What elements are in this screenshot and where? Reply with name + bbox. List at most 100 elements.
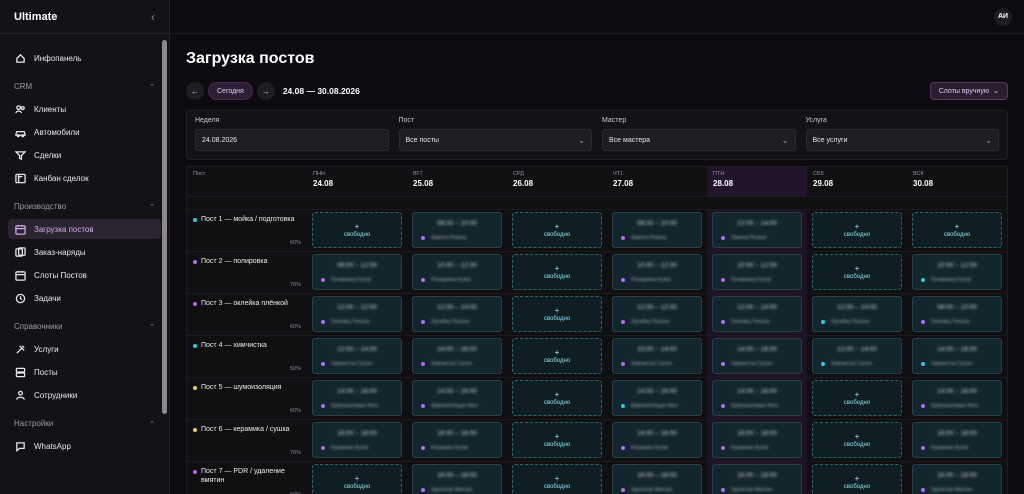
schedule-cell: 16:00 – 18:00 Удаление Вмятин (407, 461, 507, 494)
booked-slot[interactable]: 16:00 – 18:00 Керамика Кузов (712, 422, 802, 458)
free-slot[interactable]: + свободно (512, 464, 602, 494)
booked-slot[interactable]: 14:00 – 18:00 Керамика Кузов (612, 422, 702, 458)
sidebar-item[interactable]: Слоты Постов (8, 265, 161, 285)
booked-slot[interactable]: 08:00 – 10:00 Замена Резина (612, 212, 702, 248)
sidebar-item[interactable]: Задачи (8, 288, 161, 308)
booked-slot[interactable]: 16:00 – 18:00 Удаление Вмятин (712, 464, 802, 494)
slot-time: 14:00 – 16:00 (437, 346, 477, 353)
sidebar-item[interactable]: Заказ-наряды (8, 242, 161, 262)
post-color-dot (193, 301, 197, 306)
slot-time: 12:00 – 14:00 (737, 304, 777, 311)
sidebar-section-header[interactable]: Настройки ⌃ (8, 419, 161, 428)
sidebar-item[interactable]: Сделки (8, 145, 161, 165)
booked-slot[interactable]: 14:00 – 16:00 Шумоизоляция Авто (612, 380, 702, 416)
layers-icon (14, 366, 26, 378)
sidebar-section-header[interactable]: Справочники ⌃ (8, 322, 161, 331)
free-slot[interactable]: + свободно (812, 212, 902, 248)
sidebar-section-title: CRM (14, 82, 33, 91)
sidebar-item[interactable]: Канбан сделок (8, 168, 161, 188)
booked-slot[interactable]: 10:00 – 12:00 Полировка Кузов (612, 254, 702, 290)
booked-slot[interactable]: 08:00 – 10:00 Замена Резина (412, 212, 502, 248)
sidebar-item[interactable]: Услуги (8, 339, 161, 359)
master-dot (421, 320, 425, 324)
booked-slot[interactable]: 12:00 – 12:00 Оклейка Пленка (312, 296, 402, 332)
schedule-cell: 10:00 – 12:00 Полировка Кузов (407, 251, 507, 293)
booked-slot[interactable]: 12:00 – 14:00 Оклейка Пленка (412, 296, 502, 332)
plus-icon: + (854, 221, 860, 231)
booked-slot[interactable]: 16:00 – 18:00 Керамика Кузов (912, 422, 1002, 458)
free-slot[interactable]: + свободно (512, 254, 602, 290)
slot-master: Керамика Кузов (621, 445, 668, 451)
booked-slot[interactable]: 14:00 – 16:00 Химчистка Салон (912, 338, 1002, 374)
booked-slot[interactable]: 10:00 – 14:00 Химчистка Салон (612, 338, 702, 374)
manual-slots-button[interactable]: Слоты вручную ⌄ (929, 82, 1008, 100)
booked-slot[interactable]: 12:00 – 14:00 Замена Резина (712, 212, 802, 248)
booked-slot[interactable]: 08:00 – 12:00 Полировка Кузов (312, 254, 402, 290)
slot-master-label: Полировка Кузов (431, 277, 471, 283)
kanban-icon (14, 172, 26, 184)
post-name: Пост 3 — оклейка плёнкой (193, 299, 301, 308)
sidebar-item[interactable]: Сотрудники (8, 385, 161, 405)
free-slot[interactable]: + свободно (812, 380, 902, 416)
booked-slot[interactable]: 14:00 – 16:00 Шумоизоляция Авто (412, 380, 502, 416)
sidebar-item[interactable]: Клиенты (8, 99, 161, 119)
booked-slot[interactable]: 16:00 – 18:00 Удаление Вмятин (612, 464, 702, 494)
booked-slot[interactable]: 14:00 – 16:00 Шумоизоляция Авто (712, 380, 802, 416)
free-slot[interactable]: + свободно (512, 296, 602, 332)
sidebar-item[interactable]: Загрузка постов (8, 219, 161, 239)
filter-select[interactable]: Все посты ⌄ (398, 129, 592, 151)
today-button[interactable]: Сегодня (208, 82, 253, 100)
booked-slot[interactable]: 16:00 – 18:00 Керамика Кузов (312, 422, 402, 458)
sidebar-section-header[interactable]: Производство ⌃ (8, 202, 161, 211)
sidebar-scrollbar[interactable] (162, 40, 167, 414)
slot-master: Химчистка Салон (921, 361, 972, 367)
free-slot[interactable]: + свободно (312, 212, 402, 248)
booked-slot[interactable]: 10:00 – 12:00 Полировка Кузов (712, 254, 802, 290)
slot-time: 16:00 – 18:00 (937, 472, 977, 479)
sidebar-item[interactable]: Автомобили (8, 122, 161, 142)
chat-icon (14, 440, 26, 452)
booked-slot[interactable]: 12:00 – 14:00 Химчистка Салон (312, 338, 402, 374)
booked-slot[interactable]: 12:00 – 12:00 Оклейка Пленка (612, 296, 702, 332)
booked-slot[interactable]: 12:00 – 14:00 Химчистка Салон (812, 338, 902, 374)
schedule-cell: 14:00 – 16:00 Шумоизоляция Авто (707, 377, 807, 419)
booked-slot[interactable]: 16:00 – 18:00 Удаление Вмятин (412, 464, 502, 494)
next-week-button[interactable]: → (256, 82, 275, 100)
booked-slot[interactable]: 16:00 – 18:00 Керамика Кузов (412, 422, 502, 458)
booked-slot[interactable]: 14:00 – 16:00 Шумоизоляция Авто (912, 380, 1002, 416)
free-slot[interactable]: + свободно (512, 422, 602, 458)
week-input[interactable]: 24.08.2026 (195, 129, 389, 151)
free-slot[interactable]: + свободно (812, 254, 902, 290)
booked-slot[interactable]: 14:00 – 16:00 Химчистка Салон (412, 338, 502, 374)
chevron-left-icon[interactable]: ‹ (151, 10, 155, 24)
free-slot[interactable]: + свободно (812, 464, 902, 494)
free-slot[interactable]: + свободно (512, 380, 602, 416)
booked-slot[interactable]: 08:00 – 10:00 Оклейка Пленка (912, 296, 1002, 332)
slot-master: Химчистка Салон (321, 361, 372, 367)
post-load-percent: 70% (289, 282, 301, 288)
sidebar-item[interactable]: Посты (8, 362, 161, 382)
filter-select[interactable]: Все мастера ⌄ (602, 129, 796, 151)
avatar[interactable]: АИ (994, 7, 1012, 26)
booked-slot[interactable]: 16:00 – 18:00 Удаление Вмятин (912, 464, 1002, 494)
filter-3: Мастер Все мастера ⌄ (602, 117, 796, 151)
sidebar-item[interactable]: Инфопанель (8, 48, 161, 68)
prev-week-button[interactable]: ← (186, 82, 204, 100)
free-slot[interactable]: + свободно (512, 338, 602, 374)
sidebar-item[interactable]: WhatsApp (8, 436, 161, 456)
booked-slot[interactable]: 14:00 – 16:00 Химчистка Салон (712, 338, 802, 374)
free-slot[interactable]: + свободно (912, 212, 1002, 248)
sidebar-section-header[interactable]: CRM ⌃ (8, 82, 161, 91)
plus-icon: + (554, 347, 560, 357)
booked-slot[interactable]: 12:00 – 14:00 Оклейка Пленка (812, 296, 902, 332)
free-slot[interactable]: + свободно (312, 464, 402, 494)
booked-slot[interactable]: 14:00 – 16:00 Шумоизоляция Авто (312, 380, 402, 416)
booked-slot[interactable]: 10:00 – 12:00 Полировка Кузов (412, 254, 502, 290)
booked-slot[interactable]: 12:00 – 14:00 Оклейка Пленка (712, 296, 802, 332)
free-slot[interactable]: + свободно (812, 422, 902, 458)
filter-select[interactable]: Все услуги ⌄ (805, 129, 999, 151)
booked-slot[interactable]: 10:00 – 12:00 Полировка Кузов (912, 254, 1002, 290)
schedule-cell: 12:00 – 14:00 Химчистка Салон (807, 335, 907, 377)
free-slot[interactable]: + свободно (512, 212, 602, 248)
plus-icon: + (854, 431, 860, 441)
